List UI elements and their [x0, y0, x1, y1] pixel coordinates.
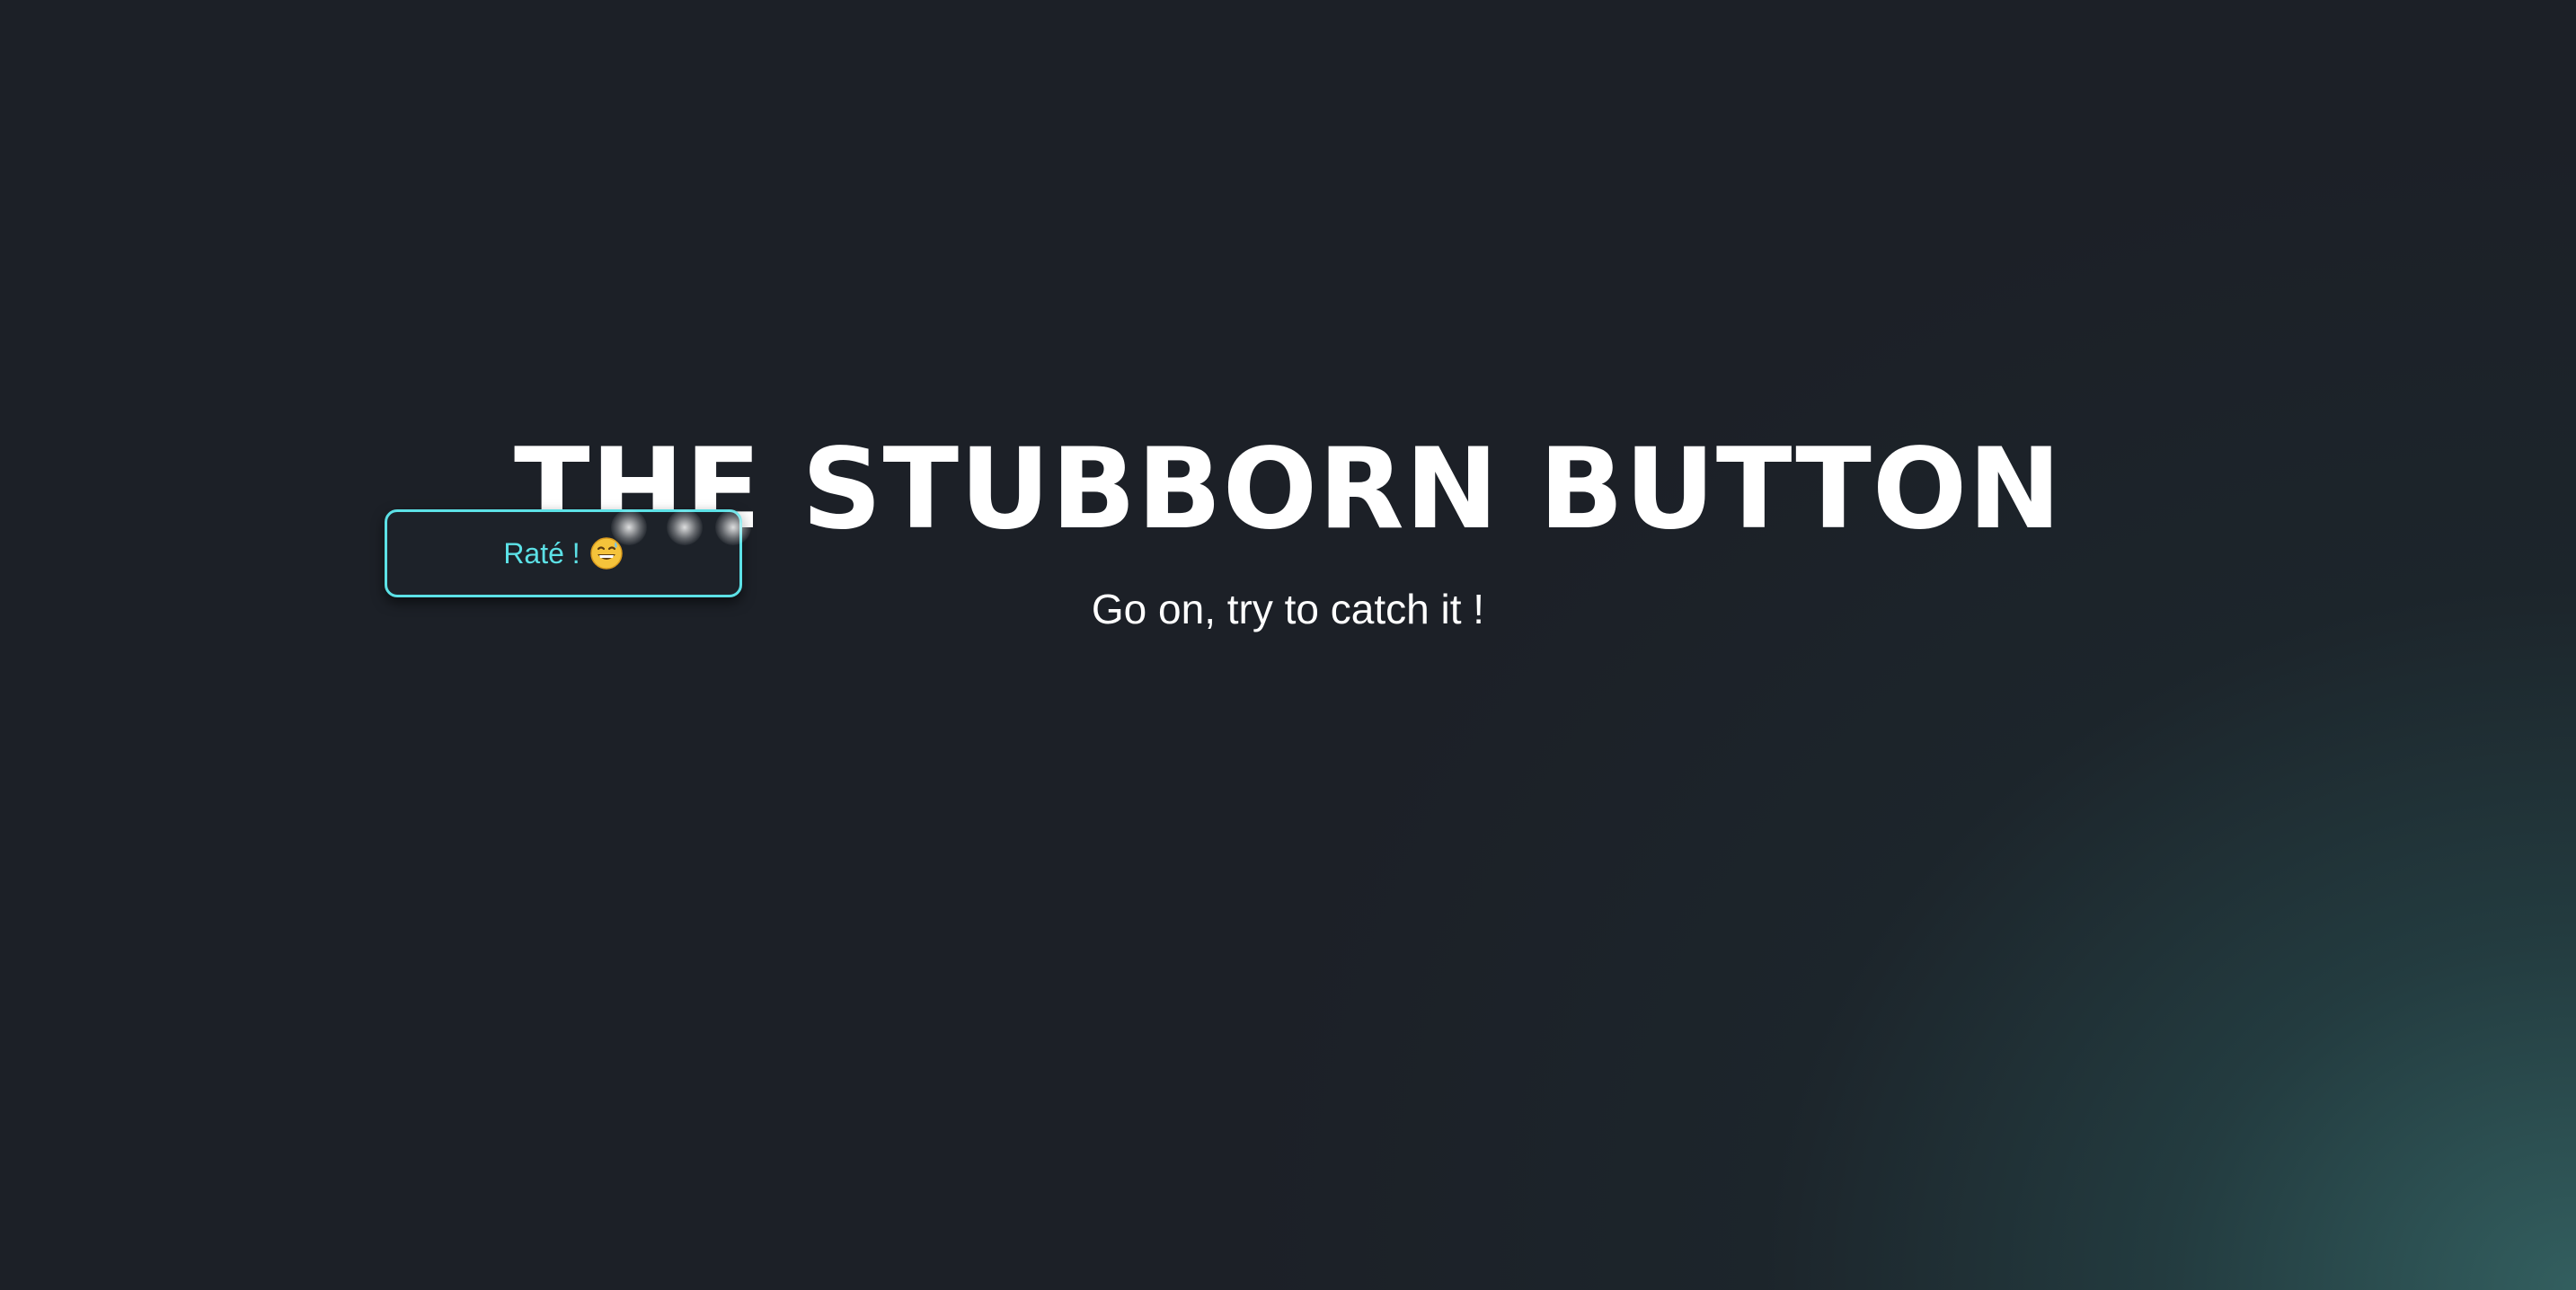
stubborn-button[interactable]: Raté ! [385, 509, 742, 597]
background-gradient [0, 0, 2576, 1290]
grinning-sweat-emoji-icon [589, 536, 624, 570]
stubborn-button-label: Raté ! [503, 536, 580, 570]
